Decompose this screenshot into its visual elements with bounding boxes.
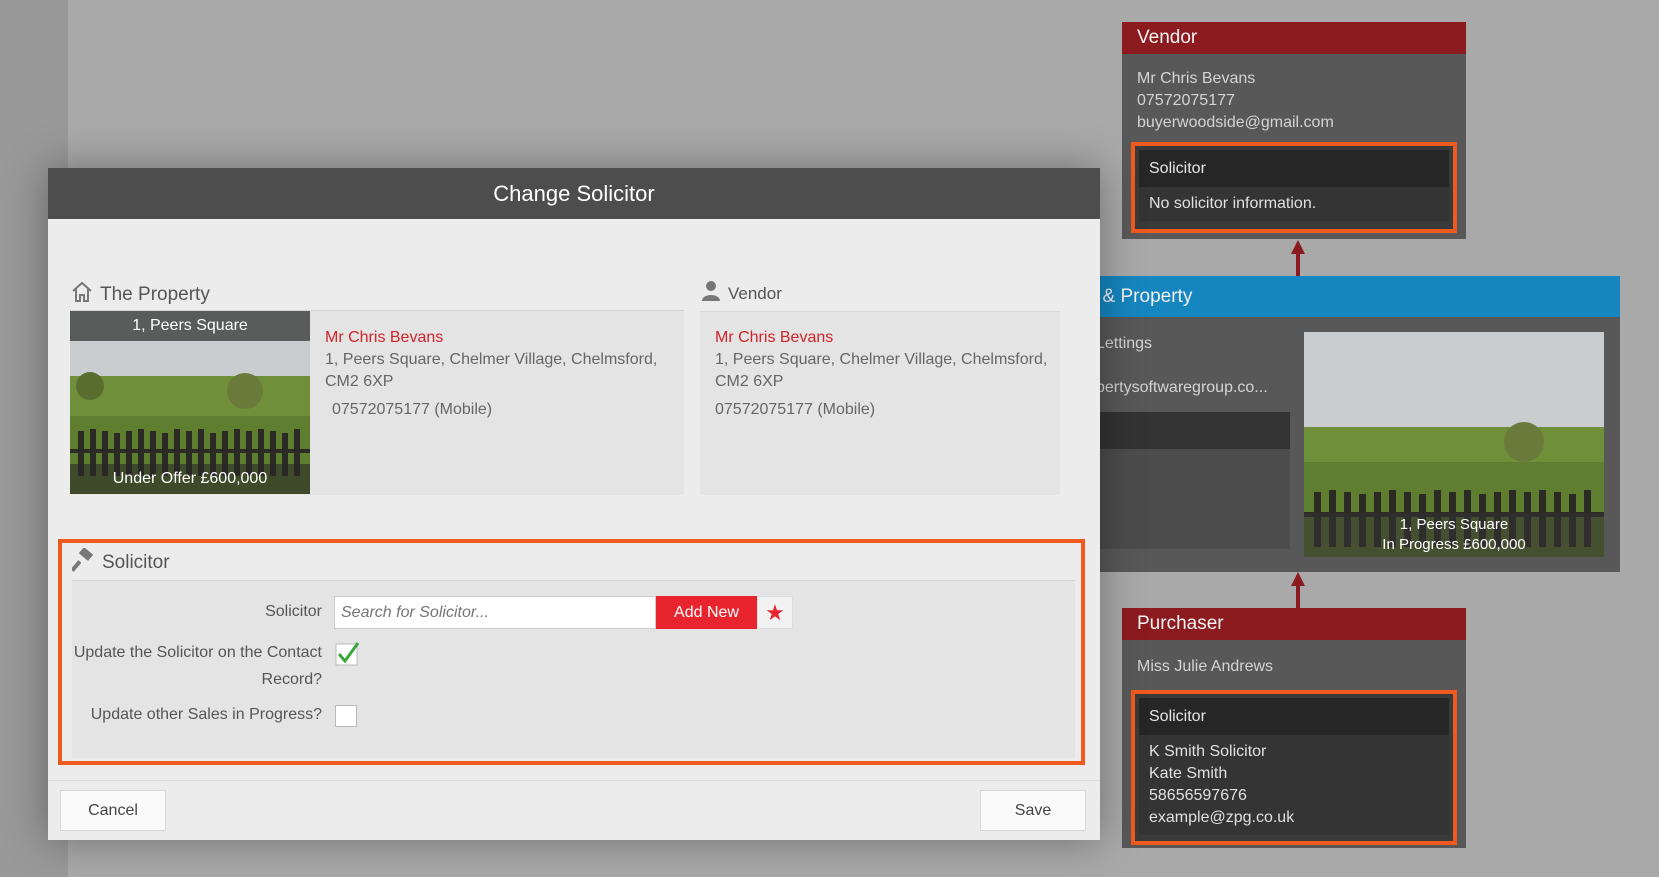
property-contact-name[interactable]: Mr Chris Bevans [325,329,670,347]
vendor-address: 1, Peers Square, Chelmer Village, Chelms… [715,351,1048,390]
house-icon [70,280,94,310]
purchaser-solicitor-firm: K Smith Solicitor [1149,743,1267,760]
star-icon[interactable]: ★ [757,596,793,629]
property-card-photo-address: 1, Peers Square [1399,516,1509,533]
vendor-solicitor-box: Solicitor No solicitor information. [1131,142,1457,233]
property-panel: 1, Peers Square Under Offer £600,000 Mr … [70,310,684,495]
vendor-panel: Mr Chris Bevans 1, Peers Square, Chelmer… [700,311,1060,495]
update-sales-label: Update other Sales in Progress? [90,706,322,723]
solicitor-search-input[interactable] [334,596,656,629]
modal-title: Change Solicitor [48,168,1100,219]
property-photo-title: 1, Peers Square [70,311,310,341]
modal-footer: Cancel Save [48,780,1100,840]
purchaser-solicitor-phone: 58656597676 [1149,787,1247,804]
person-icon [700,279,722,308]
update-sales-checkbox[interactable] [335,705,357,727]
save-button[interactable]: Save [980,790,1086,831]
property-card-line2: pertysoftwaregroup.co... [1096,379,1268,396]
property-card-line1: Lettings [1096,335,1153,352]
vendor-section-title: Vendor [700,279,782,308]
property-card-photo: 1, Peers Square In Progress £600,000 [1304,332,1604,557]
purchaser-connector [1296,584,1300,608]
vendor-phone: 07572075177 [1137,92,1235,109]
property-address: 1, Peers Square, Chelmer Village, Chelms… [325,351,658,390]
property-phone: 07572075177 (Mobile) [332,401,493,418]
property-card-photo-caption: 1, Peers Square In Progress £600,000 [1304,513,1604,557]
property-photo[interactable]: 1, Peers Square Under Offer £600,000 [70,311,310,494]
property-photo-status: Under Offer £600,000 [70,464,310,494]
cancel-button[interactable]: Cancel [60,790,166,831]
purchaser-solicitor-box: Solicitor K Smith Solicitor Kate Smith 5… [1131,690,1457,845]
solicitor-section-label: Solicitor [102,552,170,573]
purchaser-solicitor-details: K Smith Solicitor Kate Smith 58656597676… [1139,735,1449,835]
check-icon [335,642,360,666]
solicitor-form: Solicitor Add New ★ Update the Solicitor… [72,580,1075,758]
purchaser-card-title: Purchaser [1122,608,1466,640]
property-card-dark-row [1080,412,1290,449]
property-card-photo-status: In Progress £600,000 [1382,536,1526,553]
solicitor-field-label: Solicitor [265,603,322,620]
purchaser-arrow-icon [1291,572,1305,586]
property-card-title: t & Property [1080,276,1620,317]
property-card: t & Property Lettings pertysoftwaregroup… [1080,276,1620,572]
vendor-arrow-icon [1291,240,1305,254]
property-section-title: The Property [70,280,210,310]
vendor-contact-name[interactable]: Mr Chris Bevans [715,329,1050,347]
vendor-section-label: Vendor [728,283,782,303]
vendor-phone: 07572075177 (Mobile) [715,401,876,418]
purchaser-solicitor-heading: Solicitor [1139,698,1449,735]
purchaser-solicitor-contact: Kate Smith [1149,765,1228,782]
vendor-name: Mr Chris Bevans [1137,70,1256,87]
purchaser-solicitor-email: example@zpg.co.uk [1149,809,1295,826]
vendor-solicitor-text: No solicitor information. [1139,187,1449,221]
update-contact-checkbox[interactable] [335,641,360,666]
vendor-email: buyerwoodside@gmail.com [1137,114,1334,131]
vendor-card-title: Vendor [1122,22,1466,54]
solicitor-section-title: Solicitor [70,547,170,578]
update-contact-label: Update the Solicitor on the Contact Reco… [73,644,322,688]
solicitor-section: Solicitor Solicitor Add New ★ Update the… [58,539,1085,765]
gavel-icon [70,547,96,578]
purchaser-name: Miss Julie Andrews [1137,658,1274,675]
vendor-connector [1296,252,1300,276]
property-section-label: The Property [100,284,210,305]
property-card-panel [1080,449,1290,549]
vendor-solicitor-heading: Solicitor [1139,150,1449,187]
add-new-solicitor-button[interactable]: Add New [656,596,757,629]
